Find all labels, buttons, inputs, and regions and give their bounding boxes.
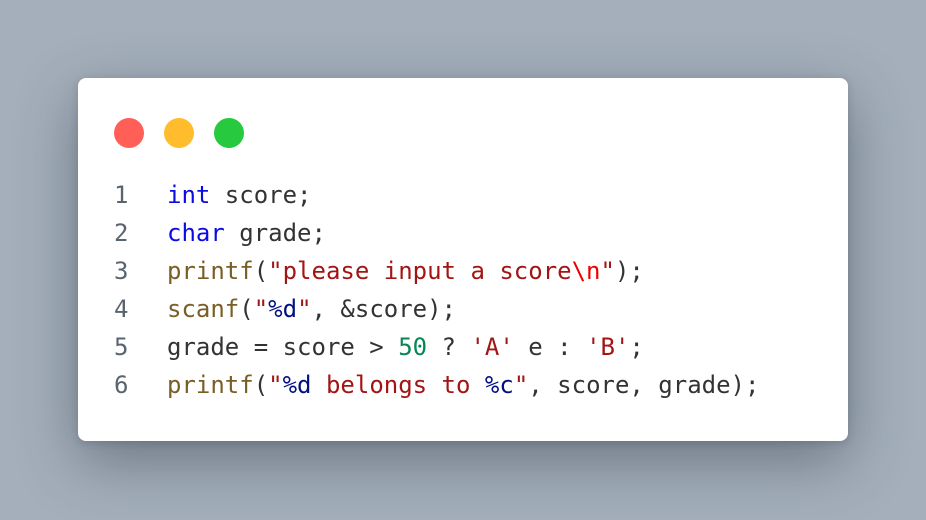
line-number: 6 xyxy=(114,371,129,399)
zoom-icon[interactable] xyxy=(214,118,244,148)
code-token: ( xyxy=(253,257,269,285)
code-token: " xyxy=(268,371,283,399)
code-token: %c xyxy=(484,371,514,399)
line-source: char grade; xyxy=(167,214,326,252)
line-source: printf("please input a score\n"); xyxy=(167,252,644,290)
code-token: int xyxy=(167,181,211,209)
code-token: " xyxy=(253,295,269,323)
code-token: 50 xyxy=(398,333,428,361)
close-icon[interactable] xyxy=(114,118,144,148)
code-token: " xyxy=(600,257,615,285)
code-token: ? xyxy=(427,333,471,361)
code-block: 1 int score; 2 char grade; 3 printf("please i… xyxy=(114,176,759,404)
line-source: grade = score > 50 ? 'A' e : 'B'; xyxy=(167,328,644,366)
line-source: printf("%d belongs to %c", score, grade)… xyxy=(167,366,759,404)
code-token: ( xyxy=(239,295,254,323)
code-token: " xyxy=(297,295,312,323)
code-token: "please input a score xyxy=(268,257,572,285)
line-number: 2 xyxy=(114,219,129,247)
code-token: score; xyxy=(210,181,312,209)
line-number: 3 xyxy=(114,257,129,285)
line-number: 4 xyxy=(114,295,129,323)
code-line: 3 printf("please input a score\n"); xyxy=(114,252,759,290)
code-token: ); xyxy=(614,257,644,285)
code-token: scanf xyxy=(167,295,240,323)
code-token: ( xyxy=(253,371,269,399)
code-token: 'B' xyxy=(586,333,630,361)
line-number: 1 xyxy=(114,181,129,209)
code-token: , &score); xyxy=(311,295,457,323)
code-token: char xyxy=(167,219,225,247)
code-window: 1 int score; 2 char grade; 3 printf("please i… xyxy=(78,78,848,441)
code-token: printf xyxy=(167,257,254,285)
line-source: scanf("%d", &score); xyxy=(167,290,456,328)
code-token: %d xyxy=(282,371,312,399)
code-line: 1 int score; xyxy=(114,176,759,214)
code-token: %d xyxy=(268,295,298,323)
minimize-icon[interactable] xyxy=(164,118,194,148)
code-line: 6 printf("%d belongs to %c", score, grade… xyxy=(114,366,759,404)
code-token: , score, grade); xyxy=(528,371,760,399)
line-source: int score; xyxy=(167,176,312,214)
code-token: " xyxy=(513,371,529,399)
code-token: \n xyxy=(571,257,601,285)
code-token: belongs to xyxy=(311,371,485,399)
code-token: ; xyxy=(629,333,644,361)
line-number: 5 xyxy=(114,333,129,361)
code-token: 'A' xyxy=(470,333,514,361)
code-token: printf xyxy=(167,371,254,399)
code-line: 2 char grade; xyxy=(114,214,759,252)
code-token: e : xyxy=(513,333,587,361)
code-line: 5 grade = score > 50 ? 'A' e : 'B'; xyxy=(114,328,759,366)
code-token: grade; xyxy=(224,219,326,247)
code-token: grade = score > xyxy=(167,333,399,361)
code-line: 4 scanf("%d", &score); xyxy=(114,290,759,328)
